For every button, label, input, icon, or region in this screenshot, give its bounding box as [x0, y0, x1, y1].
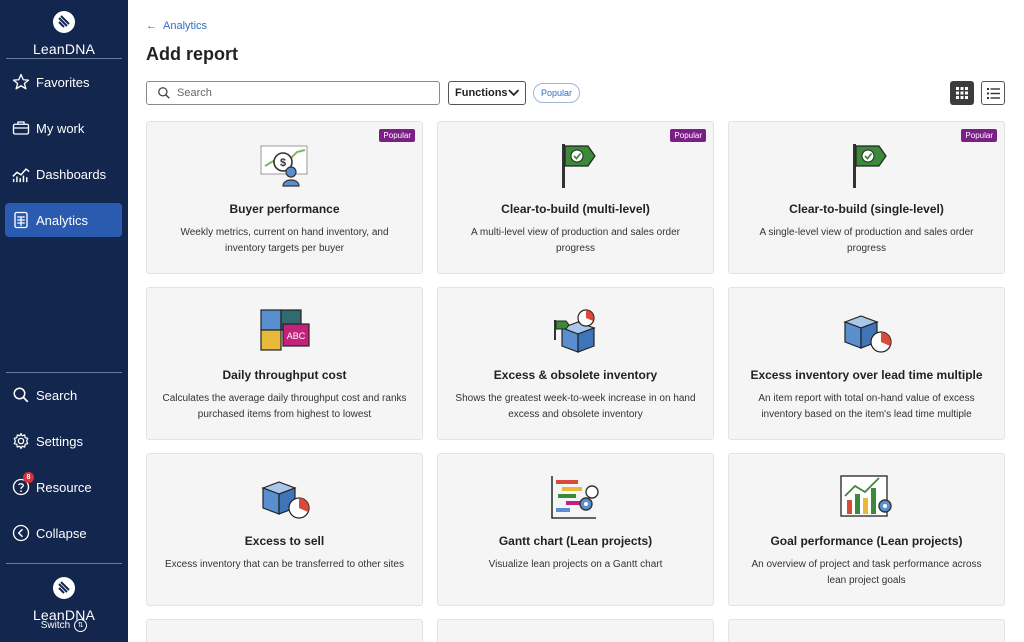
card-title: Buyer performance — [229, 202, 340, 216]
report-card-buyer-performance[interactable]: Popular $ Buyer performance Weekly metri… — [146, 121, 423, 274]
card-title: Gantt chart (Lean projects) — [498, 534, 653, 548]
line-chart-icon — [11, 164, 31, 184]
brand-logo[interactable]: LeanDNA — [0, 10, 128, 57]
card-title: Excess inventory over lead time multiple — [750, 368, 983, 382]
sidebar-divider — [6, 563, 122, 564]
sidebar-item-label: Search — [36, 387, 78, 403]
card-title: Clear-to-build (multi-level) — [501, 202, 650, 216]
card-description: Calculates the average daily throughput … — [162, 393, 407, 420]
sidebar-item-label: Dashboards — [36, 166, 107, 182]
sidebar-item-analytics[interactable]: Analytics — [5, 203, 122, 237]
sidebar-item-label: Favorites — [36, 74, 90, 90]
card-description: A single-level view of production and sa… — [759, 227, 974, 254]
sidebar-item-settings[interactable]: Settings — [5, 424, 122, 458]
list-icon — [986, 87, 1000, 99]
sidebar-divider — [6, 58, 122, 59]
card-title: Daily throughput cost — [222, 368, 347, 382]
sidebar-divider — [6, 372, 122, 373]
report-card-partial[interactable] — [146, 619, 423, 642]
swap-icon: ⇅ — [74, 619, 88, 632]
leandna-logo-icon — [53, 11, 75, 33]
gear-icon — [11, 431, 31, 451]
box-flag-clock-icon — [553, 309, 596, 353]
abc-text: ABC — [286, 331, 305, 341]
card-title: Goal performance (Lean projects) — [770, 534, 963, 548]
search-icon — [11, 385, 31, 405]
card-description: A multi-level view of production and sal… — [471, 227, 680, 254]
sidebar-item-label: Analytics — [36, 212, 89, 228]
chevron-left-icon — [11, 523, 31, 543]
sidebar-item-resource[interactable]: 8 Resource — [5, 470, 122, 504]
card-description: Excess inventory that can be transferred… — [164, 559, 404, 570]
report-card-excess-over-lead-time[interactable]: Excess inventory over lead time multiple… — [728, 287, 1005, 440]
card-description: Visualize lean projects on a Gantt chart — [488, 559, 663, 570]
sidebar-item-label: Collapse — [36, 525, 87, 541]
card-description: Weekly metrics, current on hand inventor… — [180, 227, 389, 254]
functions-label: Functions — [455, 87, 508, 99]
card-title: Clear-to-build (single-level) — [789, 202, 944, 216]
report-card-clear-to-build-multi[interactable]: Popular Clear-to-build (multi-level) A m… — [437, 121, 714, 274]
popular-badge: Popular — [670, 129, 706, 142]
report-card-partial[interactable] — [728, 619, 1005, 642]
breadcrumb-link: Analytics — [163, 20, 208, 32]
gantt-icon — [550, 476, 599, 519]
functions-dropdown[interactable]: Functions — [448, 81, 526, 105]
briefcase-icon — [11, 118, 31, 138]
report-card-excess-to-sell[interactable]: Excess to sell Excess inventory that can… — [146, 453, 423, 606]
report-card-gantt-chart[interactable]: Gantt chart (Lean projects) Visualize le… — [437, 453, 714, 606]
brand-name: LeanDNA — [32, 41, 96, 57]
leandna-logo-icon — [53, 577, 75, 599]
bar-growth-icon — [839, 475, 892, 517]
box-clock-icon — [842, 315, 892, 353]
popular-badge: Popular — [379, 129, 415, 142]
buyer-performance-icon: $ — [260, 145, 307, 187]
puzzle-icon: ABC — [259, 309, 310, 351]
sidebar-item-search[interactable]: Search — [5, 378, 122, 412]
card-description: Shows the greatest week-to-week increase… — [455, 393, 696, 420]
card-description: An overview of project and task performa… — [751, 559, 982, 586]
report-card-clear-to-build-single[interactable]: Popular Clear-to-build (single-level) A … — [728, 121, 1005, 274]
box-clock-icon — [260, 481, 310, 519]
sidebar-item-label: Resource — [36, 479, 92, 495]
report-card-goal-performance[interactable]: Goal performance (Lean projects) An over… — [728, 453, 1005, 606]
sidebar-item-label: My work — [36, 120, 85, 136]
sidebar-item-my-work[interactable]: My work — [5, 111, 122, 145]
card-description: An item report with total on-hand value … — [758, 393, 975, 420]
popular-badge: Popular — [961, 129, 997, 142]
search-box[interactable] — [146, 81, 440, 105]
green-flag-icon — [561, 144, 596, 188]
breadcrumb[interactable]: ← Analytics — [146, 20, 207, 32]
popular-filter-chip[interactable]: Popular — [533, 83, 581, 103]
main-content: ← Analytics Add report Functions Popular… — [128, 0, 1024, 642]
report-icon — [11, 210, 31, 230]
switch-button[interactable]: Switch ⇅ — [0, 619, 128, 632]
sidebar-item-favorites[interactable]: Favorites — [5, 65, 122, 99]
arrow-left-icon: ← — [146, 20, 157, 32]
report-card-partial[interactable] — [437, 619, 714, 642]
page-title: Add report — [146, 44, 238, 64]
search-input[interactable] — [177, 87, 417, 99]
list-view-button[interactable] — [981, 81, 1005, 105]
notification-badge: 8 — [23, 472, 34, 483]
report-card-daily-throughput-cost[interactable]: ABC Daily throughput cost Calculates the… — [146, 287, 423, 440]
report-card-excess-obsolete[interactable]: Excess & obsolete inventory Shows the gr… — [437, 287, 714, 440]
chevron-down-icon — [507, 89, 519, 97]
sidebar-item-dashboards[interactable]: Dashboards — [5, 157, 122, 191]
svg-text:$: $ — [279, 157, 285, 169]
green-flag-icon — [852, 144, 887, 188]
star-icon — [11, 72, 31, 92]
help-icon: 8 — [11, 472, 34, 497]
brand-logo-bottom: LeanDNA — [0, 576, 128, 623]
sidebar: LeanDNA Favorites My work Dashboards Ana… — [0, 0, 128, 642]
grid-icon — [956, 87, 968, 99]
switch-label: Switch — [40, 620, 71, 631]
sidebar-item-collapse[interactable]: Collapse — [5, 516, 122, 550]
sidebar-item-label: Settings — [36, 433, 83, 449]
search-icon — [158, 87, 170, 99]
grid-view-button[interactable] — [950, 81, 974, 105]
card-title: Excess to sell — [244, 534, 325, 548]
card-title: Excess & obsolete inventory — [493, 368, 658, 382]
